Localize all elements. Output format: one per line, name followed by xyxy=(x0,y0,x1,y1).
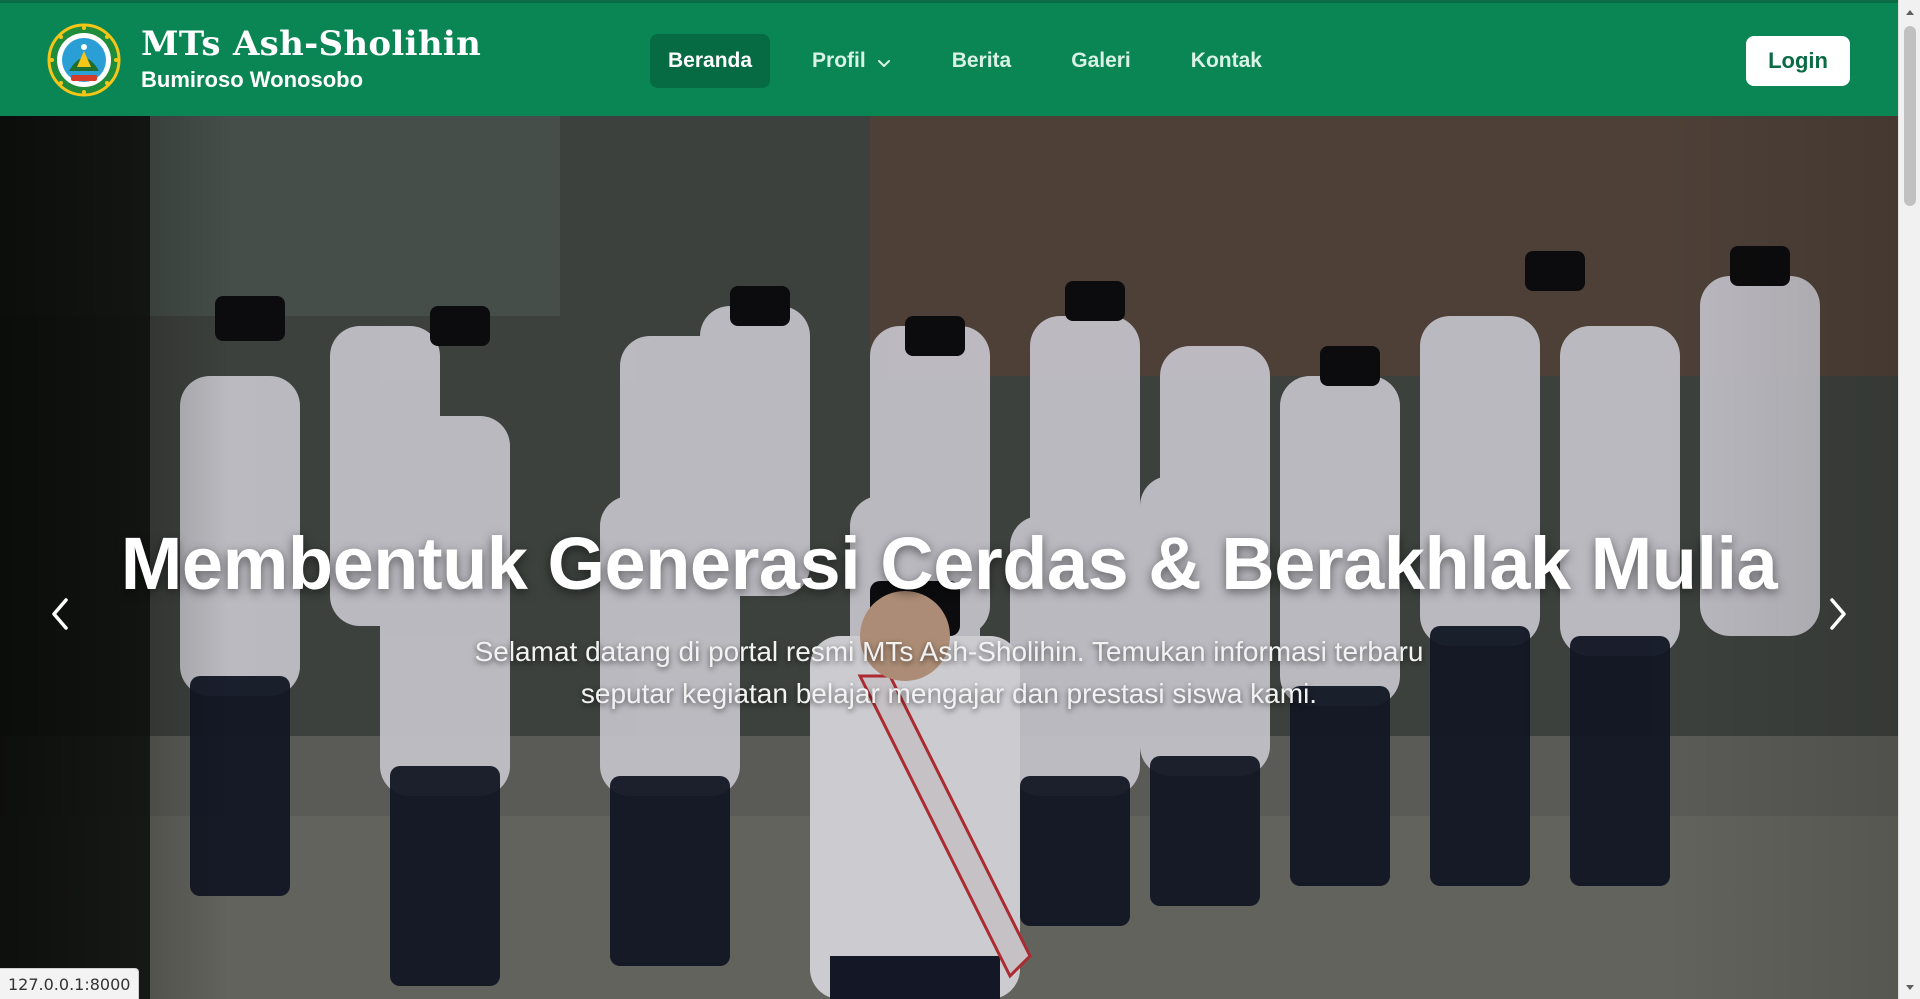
brand-text: MTs Ash-Sholihin Bumiroso Wonosobo xyxy=(141,25,481,95)
main-nav: Beranda Profil Berita Galeri Kontak xyxy=(650,33,1304,89)
scroll-up-arrow-icon[interactable] xyxy=(1899,2,1920,22)
hero-title: Membentuk Generasi Cerdas & Berakhlak Mu… xyxy=(120,522,1778,605)
nav-item-label: Profil xyxy=(812,49,866,72)
school-emblem-icon xyxy=(47,23,121,97)
nav-item-label: Kontak xyxy=(1190,49,1262,72)
login-button[interactable]: Login xyxy=(1746,36,1850,86)
brand-subtitle: Bumiroso Wonosobo xyxy=(141,67,364,92)
nav-item-beranda[interactable]: Beranda xyxy=(650,34,771,88)
top-navbar: MTs Ash-Sholihin Bumiroso Wonosobo Beran… xyxy=(0,0,1898,116)
chevron-right-icon xyxy=(1830,598,1846,630)
brand-title: MTs Ash-Sholihin xyxy=(141,24,482,64)
hero-carousel: Membentuk Generasi Cerdas & Berakhlak Mu… xyxy=(0,116,1898,999)
browser-status-url: 127.0.0.1:8000 xyxy=(0,968,140,999)
nav-item-label: Berita xyxy=(951,49,1012,72)
hero-description: Selamat datang di portal resmi MTs Ash-S… xyxy=(400,631,1498,715)
hero-description-line: Selamat datang di portal resmi MTs Ash-S… xyxy=(474,636,1424,667)
carousel-prev-button[interactable] xyxy=(40,586,80,642)
nav-item-label: Beranda xyxy=(668,49,753,72)
nav-item-label: Galeri xyxy=(1071,49,1131,72)
brand[interactable]: MTs Ash-Sholihin Bumiroso Wonosobo xyxy=(47,23,481,97)
page-scrollbar[interactable] xyxy=(1898,0,1920,999)
carousel-next-button[interactable] xyxy=(1818,586,1858,642)
nav-item-galeri[interactable]: Galeri xyxy=(1053,34,1149,88)
hero-description-line: seputar kegiatan belajar mengajar dan pr… xyxy=(580,678,1318,709)
nav-item-berita[interactable]: Berita xyxy=(934,34,1030,88)
browser-viewport: MTs Ash-Sholihin Bumiroso Wonosobo Beran… xyxy=(0,0,1920,999)
scrollbar-thumb[interactable] xyxy=(1904,26,1916,206)
nav-item-kontak[interactable]: Kontak xyxy=(1173,34,1280,88)
chevron-down-icon xyxy=(876,53,892,69)
chevron-left-icon xyxy=(52,598,68,630)
scroll-down-arrow-icon[interactable] xyxy=(1899,978,1920,998)
nav-item-profil[interactable]: Profil xyxy=(794,34,910,88)
